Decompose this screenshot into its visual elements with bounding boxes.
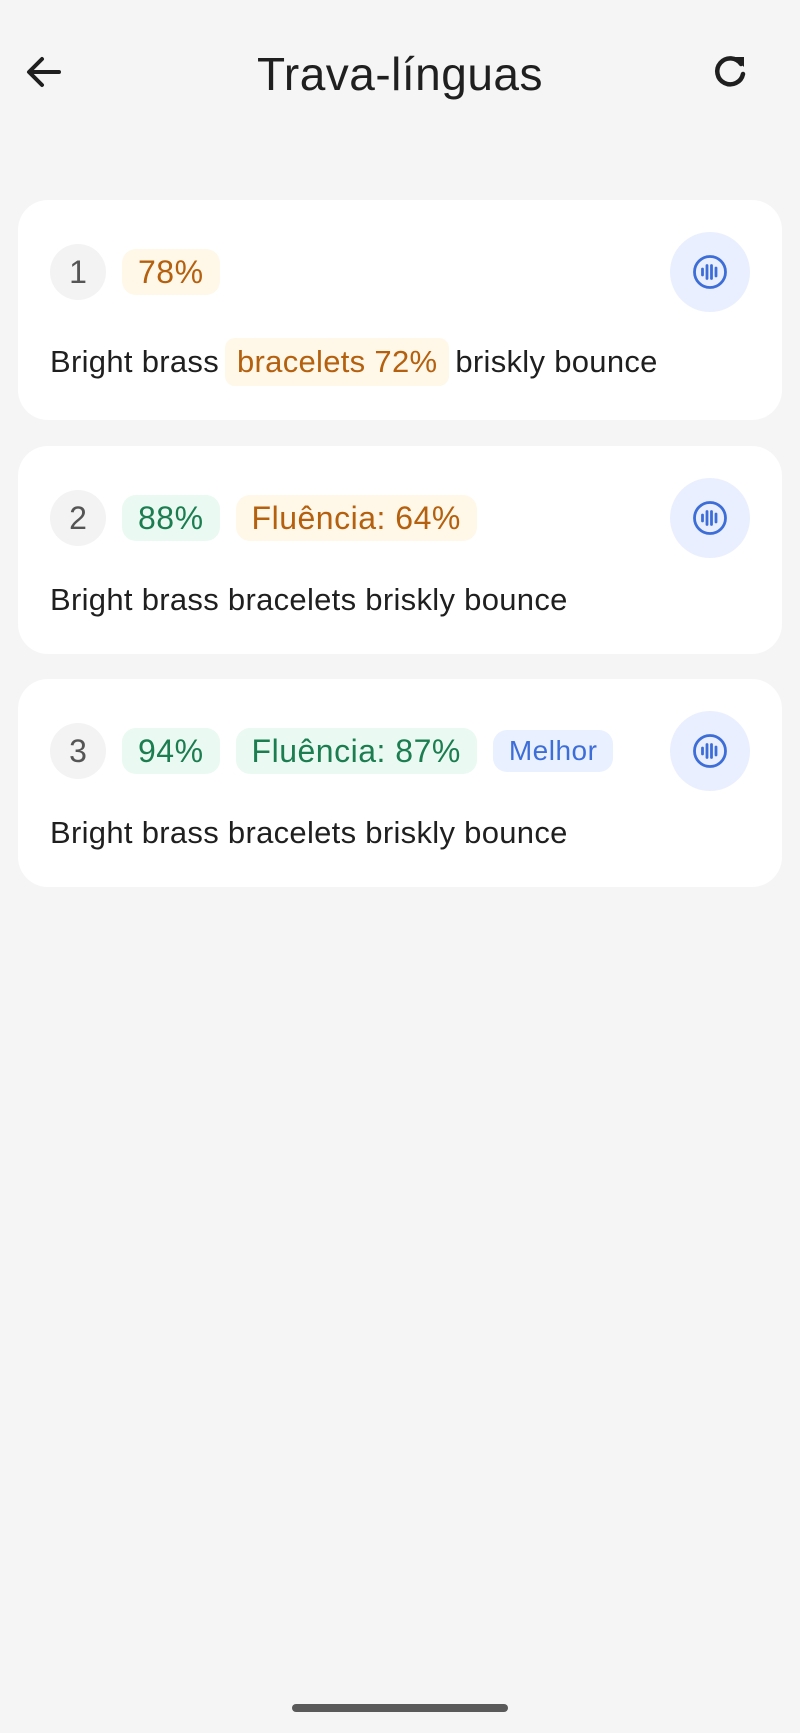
- best-attempt-badge: Melhor: [492, 730, 614, 772]
- play-recording-button[interactable]: [670, 232, 750, 312]
- fluency-badge: Fluência: 87%: [235, 728, 477, 774]
- attempt-number: 3: [50, 723, 106, 779]
- play-recording-button[interactable]: [670, 711, 750, 791]
- attempt-sentence: Bright brass bracelets briskly bounce: [50, 815, 568, 850]
- audio-waveform-icon: [693, 255, 727, 289]
- audio-waveform-icon: [693, 501, 727, 535]
- sentence-text: briskly bounce: [455, 344, 658, 379]
- score-badge: 88%: [122, 495, 220, 541]
- refresh-icon: [715, 56, 746, 87]
- play-recording-button[interactable]: [670, 478, 750, 558]
- attempt-card-2: 2 88% Fluência: 64% Bright brass bracele…: [18, 446, 782, 654]
- mispronounced-word-highlight: bracelets 72%: [225, 338, 450, 386]
- page-title: Trava-línguas: [256, 48, 544, 100]
- attempt-sentence: Bright brass bracelets 72% briskly bounce: [50, 338, 658, 386]
- home-indicator[interactable]: [292, 1704, 508, 1712]
- attempt-card-1: 1 78% Bright brass bracelets 72% briskly b…: [18, 200, 782, 420]
- attempt-number: 1: [50, 244, 106, 300]
- app-header: Trava-línguas: [0, 0, 800, 150]
- fluency-badge: Fluência: 64%: [235, 495, 477, 541]
- sentence-text: Bright brass: [50, 344, 219, 379]
- audio-waveform-icon: [693, 734, 727, 768]
- score-badge: 94%: [122, 728, 220, 774]
- attempt-sentence: Bright brass bracelets briskly bounce: [50, 582, 568, 617]
- refresh-button[interactable]: [704, 46, 756, 98]
- attempt-number: 2: [50, 490, 106, 546]
- score-badge: 78%: [122, 249, 220, 295]
- attempt-card-3: 3 94% Fluência: 87% Melhor Bright brass …: [18, 679, 782, 887]
